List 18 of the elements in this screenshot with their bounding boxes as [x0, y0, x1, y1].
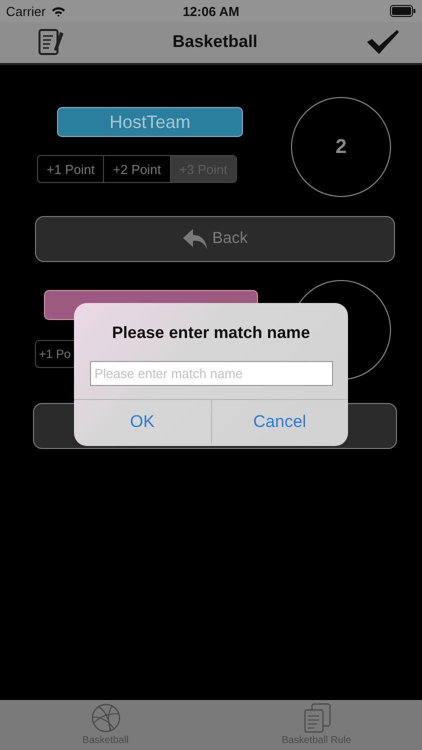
battery-icon — [390, 5, 416, 17]
checkmark-icon[interactable] — [366, 28, 400, 54]
notepad-pencil-icon[interactable] — [38, 28, 64, 56]
dialog-button[interactable]: Cancel — [210, 400, 348, 443]
basketball-icon — [90, 703, 120, 733]
team-name-button[interactable]: HostTeam — [57, 107, 243, 137]
back-button[interactable]: Back — [35, 216, 395, 262]
reply-arrow-icon — [182, 228, 208, 250]
screen-title: Basketball — [172, 32, 258, 52]
documents-icon — [302, 703, 332, 733]
clock-time: 12:06 AM — [182, 4, 240, 18]
input-field[interactable]: Please enter match name — [90, 361, 332, 386]
wifi-icon — [50, 6, 66, 16]
dialog-title: Please enter match name — [112, 324, 310, 343]
score-value: 2 — [335, 136, 347, 158]
carrier-name: Carrier — [6, 4, 46, 18]
dialog-button[interactable]: OK — [74, 400, 210, 443]
segment[interactable]: +1 Point — [38, 156, 104, 182]
